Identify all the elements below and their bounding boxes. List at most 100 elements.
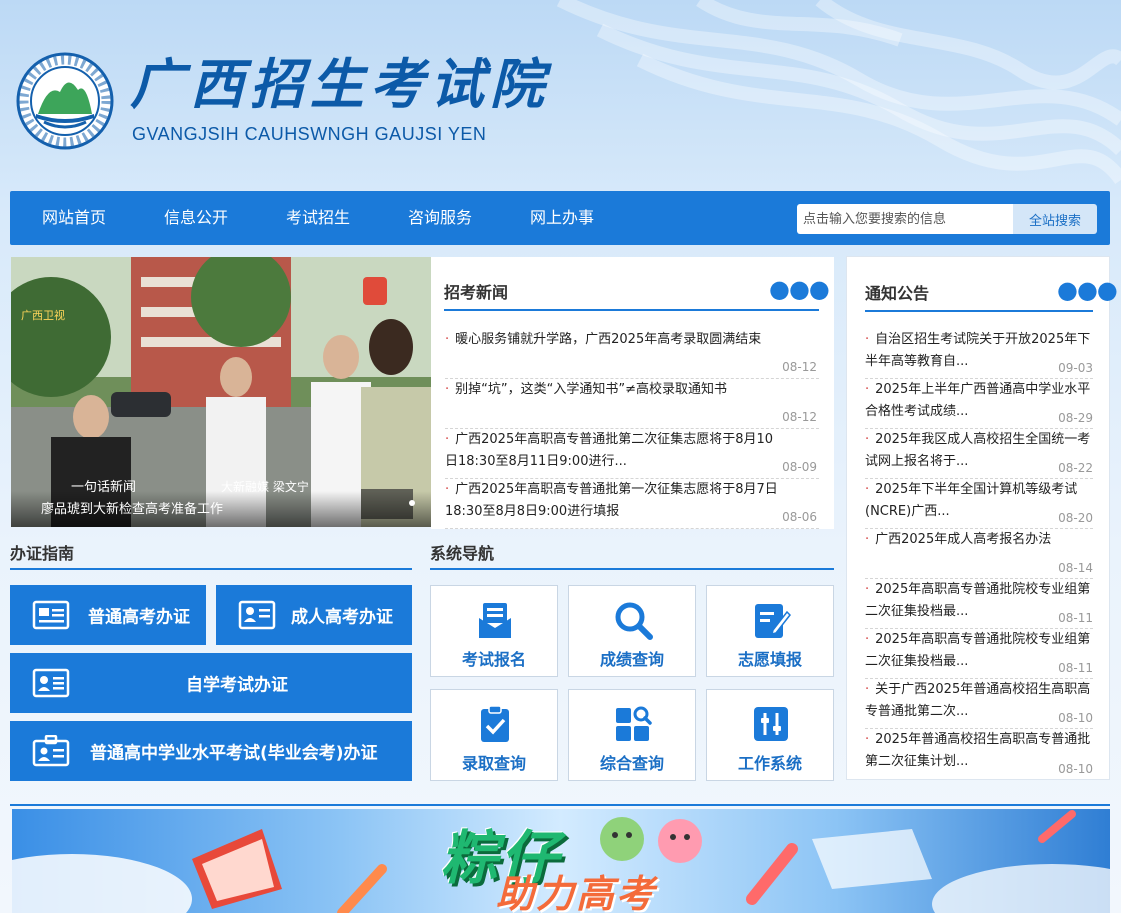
guide-button-label: 普通高考办证 <box>88 607 190 628</box>
guide-button-label: 普通高中学业水平考试(毕业会考)办证 <box>90 743 378 764</box>
sysnav-comprehensive-query[interactable]: 综合查询 <box>568 689 696 781</box>
notice-item[interactable]: · 2025年普通高校招生高职高专普通批第二次征集计划... 08-10 <box>865 729 1093 779</box>
site-subtitle: GVANGJSIH CAUHSWNGH GAUJSI YEN <box>132 124 487 144</box>
sysnav-exam-registration[interactable]: 考试报名 <box>430 585 558 677</box>
notice-item-text[interactable]: 2025年下半年全国计算机等级考试(NCRE)广西... <box>865 482 1077 519</box>
notice-item-text[interactable]: 2025年上半年广西普通高中学业水平合格性考试成绩... <box>865 382 1090 419</box>
news-item-text[interactable]: 别掉“坑”，这类“入学通知书”≠高校录取通知书 <box>455 382 727 397</box>
notice-item-text[interactable]: 2025年普通高校招生高职高专普通批第二次征集计划... <box>865 732 1090 769</box>
notice-item-date: 09-03 <box>1058 361 1093 375</box>
news-more-icon[interactable]: ●●● <box>769 277 830 301</box>
id-card-icon <box>32 668 70 698</box>
news-item-date: 08-09 <box>782 460 817 474</box>
notice-more-icon[interactable]: ●●● <box>1057 278 1118 302</box>
banner-top-line <box>10 804 1110 806</box>
guide-button-label: 成人高考办证 <box>291 607 393 628</box>
gaokao-certificate-button[interactable]: 普通高考办证 <box>10 585 206 645</box>
site-title: 广西招生考试院 <box>130 52 550 116</box>
sysnav-score-query[interactable]: 成绩查询 <box>568 585 696 677</box>
news-panel: 招考新闻 ●●● · 暖心服务铺就升学路，广西2025年高考录取圆满结束 08-1… <box>431 257 834 529</box>
search-input[interactable] <box>797 204 1013 234</box>
bullet-dot-icon: · <box>865 332 870 347</box>
site-logo-icon[interactable] <box>14 52 116 150</box>
notice-item-date: 08-29 <box>1058 411 1093 425</box>
search-button[interactable]: 全站搜索 <box>1013 204 1097 234</box>
notice-item-text[interactable]: 关于广西2025年普通高校招生高职高专普通批第二次... <box>865 682 1090 719</box>
notice-item-text[interactable]: 2025年我区成人高校招生全国统一考试网上报名将于... <box>865 432 1090 469</box>
news-item-text[interactable]: 广西2025年高职高专普通批第二次征集志愿将于8月10日18:30至8月11日9… <box>445 432 773 469</box>
news-item-text[interactable]: 广西2025年高职高专普通批第一次征集志愿将于8月7日18:30至8月8日9:0… <box>445 482 778 519</box>
news-slider[interactable]: 广西卫视 一句话新闻 大新融媒 梁文宁 廖品琥到大新检查高考准备工作 <box>11 257 431 527</box>
sysnav-label: 志愿填报 <box>737 650 802 669</box>
id-card-icon <box>32 600 70 630</box>
notice-item[interactable]: · 2025年我区成人高校招生全国统一考试网上报名将于... 08-22 <box>865 429 1093 479</box>
notice-item-text[interactable]: 2025年高职高专普通批院校专业组第二次征集投档最... <box>865 582 1090 619</box>
notice-item[interactable]: · 2025年下半年全国计算机等级考试(NCRE)广西... 08-20 <box>865 479 1093 529</box>
slider-dots[interactable] <box>406 491 415 510</box>
news-item[interactable]: · 广西2025年高职高专普通批第一次征集志愿将于8月7日18:30至8月8日9:… <box>445 479 819 529</box>
notice-item[interactable]: · 关于广西2025年普通高校招生高职高专普通批第二次... 08-10 <box>865 679 1093 729</box>
sysnav-label: 综合查询 <box>599 754 664 773</box>
slider-image: 广西卫视 一句话新闻 大新融媒 梁文宁 <box>11 257 431 527</box>
guide-section-title: 办证指南 <box>10 544 75 563</box>
bullet-dot-icon: · <box>865 732 870 747</box>
sysnav-work-system[interactable]: 工作系统 <box>706 689 834 781</box>
sysnav-application-fill[interactable]: 志愿填报 <box>706 585 834 677</box>
news-item-date: 08-12 <box>782 410 817 424</box>
notice-item-date: 08-10 <box>1058 762 1093 776</box>
notice-panel-title[interactable]: 通知公告 <box>865 280 929 304</box>
academic-level-certificate-button[interactable]: 普通高中学业水平考试(毕业会考)办证 <box>10 721 412 781</box>
bullet-dot-icon: · <box>445 332 450 347</box>
notice-item[interactable]: · 2025年上半年广西普通高中学业水平合格性考试成绩... 08-29 <box>865 379 1093 429</box>
slider-dot[interactable] <box>409 500 415 506</box>
bullet-dot-icon: · <box>865 432 870 447</box>
notice-item[interactable]: · 2025年高职高专普通批院校专业组第二次征集投档最... 08-11 <box>865 579 1093 629</box>
search-icon <box>615 602 653 640</box>
notice-item[interactable]: · 2025年高职高专普通批院校专业组第二次征集投档最... 08-11 <box>865 629 1093 679</box>
nav-item-exam-admission[interactable]: 考试招生 <box>286 191 350 245</box>
site-header: 广西招生考试院 GVANGJSIH CAUHSWNGH GAUJSI YEN <box>0 0 1121 190</box>
news-title-underline <box>444 309 819 311</box>
self-study-certificate-button[interactable]: 自学考试办证 <box>10 653 412 713</box>
notice-item-date: 08-14 <box>1058 561 1093 575</box>
news-panel-title[interactable]: 招考新闻 <box>444 279 508 303</box>
guide-title-underline <box>10 568 412 570</box>
slider-caption[interactable]: 廖品琥到大新检查高考准备工作 <box>41 498 223 517</box>
bullet-dot-icon: · <box>865 682 870 697</box>
news-item-date: 08-06 <box>782 510 817 524</box>
adult-gaokao-certificate-button[interactable]: 成人高考办证 <box>216 585 412 645</box>
nav-item-home[interactable]: 网站首页 <box>42 191 106 245</box>
notice-item-text[interactable]: 广西2025年成人高考报名办法 <box>875 532 1051 547</box>
sysnav-admission-query[interactable]: 录取查询 <box>430 689 558 781</box>
exam-registration-icon <box>479 603 511 638</box>
id-card-icon <box>238 600 276 630</box>
news-item-text[interactable]: 暖心服务铺就升学路，广西2025年高考录取圆满结束 <box>455 332 761 347</box>
promo-banner[interactable]: 粽仔 助力高考 <box>12 809 1110 913</box>
news-item[interactable]: · 广西2025年高职高专普通批第二次征集志愿将于8月10日18:30至8月11日… <box>445 429 819 479</box>
bullet-dot-icon: · <box>445 482 450 497</box>
sysnav-section-title: 系统导航 <box>430 544 495 563</box>
bullet-dot-icon: · <box>865 382 870 397</box>
notice-item[interactable]: · 自治区招生考试院关于开放2025年下半年高等教育自... 09-03 <box>865 329 1093 379</box>
nav-item-consult[interactable]: 咨询服务 <box>408 191 472 245</box>
notice-item-date: 08-11 <box>1058 661 1093 675</box>
nav-item-online-service[interactable]: 网上办事 <box>530 191 594 245</box>
nav-item-info-public[interactable]: 信息公开 <box>164 191 228 245</box>
main-nav: 网站首页 信息公开 考试招生 咨询服务 网上办事 全站搜索 <box>10 191 1110 245</box>
clipboard-check-icon <box>481 705 509 742</box>
bullet-dot-icon: · <box>865 532 870 547</box>
notice-item-date: 08-10 <box>1058 711 1093 725</box>
bullet-dot-icon: · <box>865 582 870 597</box>
guide-button-label: 自学考试办证 <box>186 675 288 696</box>
notice-item-date: 08-20 <box>1058 511 1093 525</box>
notice-item[interactable]: · 广西2025年成人高考报名办法 08-14 <box>865 529 1093 579</box>
news-item-date: 08-12 <box>782 360 817 374</box>
badge-card-icon <box>32 735 70 767</box>
sysnav-title-underline <box>430 568 834 570</box>
notice-item-text[interactable]: 自治区招生考试院关于开放2025年下半年高等教育自... <box>865 332 1090 369</box>
bullet-dot-icon: · <box>865 632 870 647</box>
news-item[interactable]: · 暖心服务铺就升学路，广西2025年高考录取圆满结束 08-12 <box>445 329 819 379</box>
notice-panel: 通知公告 ●●● · 自治区招生考试院关于开放2025年下半年高等教育自... 0… <box>846 256 1118 780</box>
news-item[interactable]: · 别掉“坑”，这类“入学通知书”≠高校录取通知书 08-12 <box>445 379 819 429</box>
notice-item-text[interactable]: 2025年高职高专普通批院校专业组第二次征集投档最... <box>865 632 1090 669</box>
